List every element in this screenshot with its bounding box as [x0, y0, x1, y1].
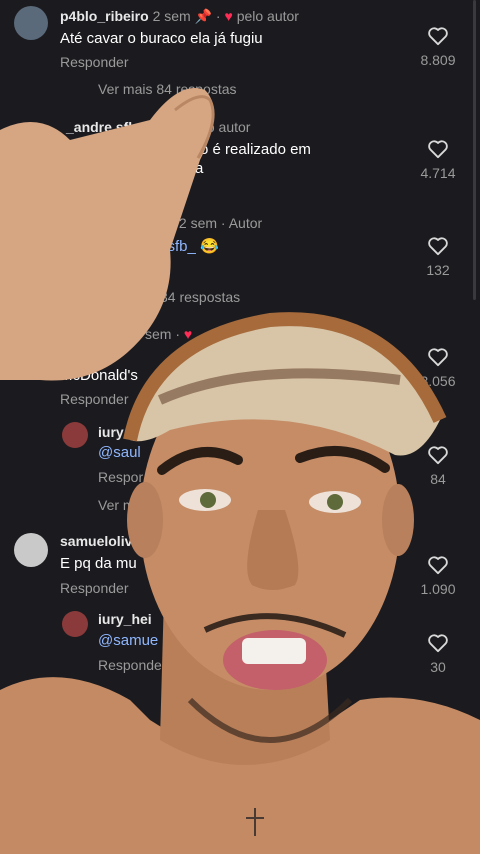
author-badge: Autor — [228, 215, 263, 231]
like-count: 8.809 — [420, 52, 456, 68]
heart-outline-icon — [428, 556, 448, 575]
comments-list: p4blo_ribeiro 2 sem 📌 · ♥ pelo autor Até… — [0, 0, 480, 854]
heart-outline-icon — [428, 27, 448, 46]
mention-link[interactable]: @samue — [98, 632, 158, 649]
comment-text: Até cavar o buraco ela já fugiu — [60, 30, 263, 47]
like-count: 132 — [426, 262, 450, 278]
username[interactable]: einz2 — [140, 215, 175, 231]
username[interactable]: iury_hei — [98, 611, 152, 627]
reply-button[interactable]: Responder — [60, 391, 129, 407]
comment-text: re.sfb_ 😂 — [150, 237, 219, 255]
comment-meta: iury_ — [98, 424, 131, 440]
username[interactable]: _andre.sfb_ — [66, 119, 145, 135]
comment-text: @samue — [98, 632, 158, 649]
like-count: 30 — [430, 659, 446, 675]
pin-icon: 📌 — [194, 8, 213, 24]
username[interactable]: iury_ — [98, 424, 131, 440]
avatar[interactable] — [62, 611, 88, 637]
like-button[interactable] — [418, 711, 458, 731]
heart-outline-icon — [428, 446, 448, 465]
like-count: 84 — [430, 471, 446, 487]
heart-outline-icon — [428, 712, 448, 731]
view-more-replies[interactable]: Ver mais 84 respostas — [98, 81, 237, 97]
comment-meta: sem · ♥ — [145, 326, 193, 342]
comment-time: 2 sem — [178, 215, 218, 231]
comment-meta: p4blo_ribeiro 2 sem 📌 · ♥ pelo autor — [60, 8, 299, 24]
heart-outline-icon — [428, 634, 448, 653]
author-badge: pelo autor — [236, 8, 299, 24]
like-count: 4.714 — [420, 165, 456, 181]
heart-icon: ♥ — [183, 326, 193, 342]
comment-text: do desa — [60, 348, 114, 365]
reply-button[interactable]: Responde — [98, 657, 162, 673]
like-button[interactable]: 30 — [418, 633, 458, 675]
reply-button[interactable]: Responder — [60, 54, 129, 70]
heart-icon: ♥ — [224, 8, 233, 24]
like-button[interactable]: 132 — [418, 236, 458, 278]
avatar[interactable] — [62, 422, 88, 448]
scrollbar[interactable] — [473, 0, 476, 300]
comment-text-line2: McDonald's — [60, 367, 138, 384]
heart-outline-icon — [428, 237, 448, 256]
like-button[interactable]: 1.090 — [418, 555, 458, 597]
reply-button[interactable]: er — [150, 262, 162, 278]
comment-time: sem — [145, 326, 172, 342]
heart-outline-icon — [428, 348, 448, 367]
comment-time: 2 — [148, 119, 157, 135]
comment-text: equestro é realizado em — [150, 141, 311, 158]
view-more-replies[interactable]: Ver ma — [98, 497, 142, 513]
heart-outline-icon — [428, 140, 448, 159]
like-count: 1.090 — [420, 581, 456, 597]
comment-meta: _andre.sfb_ 2 pelo autor — [66, 119, 250, 135]
username[interactable]: samueloliv — [60, 533, 132, 549]
reply-button[interactable]: Respor — [98, 469, 143, 485]
reply-button[interactable]: Responder — [60, 580, 129, 596]
comment-meta: einz2 2 sem · Autor — [140, 215, 263, 231]
comment-time: 2 sem — [152, 8, 191, 24]
comment-text: @saul — [98, 444, 141, 461]
author-badge: pelo autor — [188, 119, 251, 135]
comment-text-line2: açamba — [150, 160, 204, 177]
mention-link[interactable]: @saul — [98, 444, 141, 461]
like-button[interactable]: 4.714 — [418, 139, 458, 181]
comment-meta: iury_hei — [98, 611, 152, 627]
avatar[interactable] — [14, 533, 48, 567]
view-more-replies[interactable]: 34 respostas — [160, 289, 240, 305]
mention-link[interactable]: re.sfb_ — [150, 238, 196, 255]
username[interactable]: p4blo_ribeiro — [60, 8, 149, 24]
comment-text: E pq da mu — [60, 555, 137, 572]
comment-meta: samueloliv — [60, 533, 132, 549]
avatar[interactable] — [14, 6, 48, 40]
like-count: 3.056 — [420, 373, 456, 389]
emoji: 😂 — [200, 238, 219, 255]
like-button[interactable]: 3.056 — [418, 347, 458, 389]
like-button[interactable]: 84 — [418, 445, 458, 487]
like-button[interactable]: 8.809 — [418, 26, 458, 68]
